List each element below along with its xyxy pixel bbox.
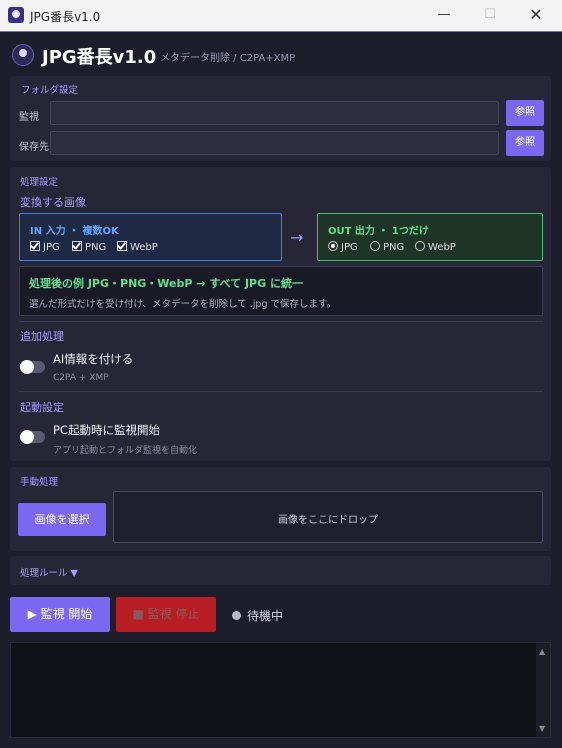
save-folder-input[interactable]	[50, 131, 499, 155]
save-folder-label: 保存先	[19, 142, 49, 153]
startup-settings-heading: 起動設定	[20, 401, 64, 414]
scroll-down-icon[interactable]: ▼	[539, 724, 545, 733]
app-logo-icon	[12, 44, 34, 66]
folder-settings-panel: フォルダ設定 監視 参照 保存先 参照	[10, 76, 551, 161]
app-subtitle: メタデータ削除 / C2PA+XMP	[160, 53, 296, 64]
output-format-box: OUT 出力 ・ 1つだけ JPG PNG WebP	[317, 213, 543, 261]
image-dropzone[interactable]: 画像をここにドロップ	[113, 491, 543, 543]
ai-info-label: AI情報を付ける	[53, 352, 134, 366]
window-titlebar: JPG番長v1.0 — ☐ ✕	[0, 0, 562, 32]
radio-unselected-icon	[415, 241, 425, 251]
output-format-title: OUT 出力 ・ 1つだけ	[328, 226, 429, 237]
startup-watch-sublabel: アプリ起動とフォルダ監視を自動化	[53, 446, 198, 456]
example-description: 選んだ形式だけを受け付け、メタデータを削除して .jpg で保存します。	[29, 299, 337, 310]
ai-info-toggle[interactable]	[20, 360, 45, 374]
manual-processing-heading: 手動処理	[20, 477, 59, 488]
watch-folder-browse-button[interactable]: 参照	[506, 100, 544, 126]
window-title: JPG番長v1.0	[30, 10, 101, 24]
processing-rules-label: 処理ルール ▼	[20, 568, 78, 579]
select-image-button[interactable]: 画像を選択	[18, 503, 106, 536]
processing-example-box: 処理後の例 JPG・PNG・WebP → すべて JPG に統一 選んだ形式だけ…	[19, 266, 543, 316]
processing-rules-toggle[interactable]: 処理ルール ▼	[10, 556, 551, 585]
stop-watch-button[interactable]: ■ 監視 停止	[116, 597, 216, 632]
app-title: JPG番長v1.0	[42, 47, 157, 68]
output-jpg-radio[interactable]: JPG	[328, 241, 358, 253]
processing-settings-heading: 処理設定	[20, 177, 59, 188]
radio-selected-icon	[328, 241, 338, 251]
save-folder-browse-button[interactable]: 参照	[506, 130, 544, 156]
log-scrollbar[interactable]: ▲ ▼	[536, 643, 550, 737]
status-dot-icon	[232, 611, 241, 620]
divider	[19, 321, 543, 322]
minimize-button[interactable]: —	[421, 0, 467, 31]
output-png-radio[interactable]: PNG	[370, 241, 404, 253]
input-webp-checkbox[interactable]: WebP	[117, 241, 158, 253]
status-text: 待機中	[247, 609, 284, 623]
checkbox-checked-icon	[72, 241, 82, 251]
arrow-right-icon: →	[290, 228, 304, 247]
input-png-checkbox[interactable]: PNG	[72, 241, 106, 253]
watch-folder-label: 監視	[19, 112, 39, 123]
close-button[interactable]: ✕	[513, 0, 559, 31]
scroll-up-icon[interactable]: ▲	[539, 647, 545, 656]
extra-processing-heading: 追加処理	[20, 330, 64, 343]
output-webp-radio[interactable]: WebP	[415, 241, 456, 253]
input-format-box: IN 入力 ・ 複数OK JPG PNG WebP	[19, 213, 282, 261]
maximize-button[interactable]: ☐	[467, 0, 513, 31]
watch-folder-input[interactable]	[50, 101, 499, 125]
example-title: 処理後の例 JPG・PNG・WebP → すべて JPG に統一	[29, 277, 303, 290]
ai-info-sublabel: C2PA + XMP	[53, 373, 109, 383]
status-indicator: 待機中	[232, 607, 283, 624]
log-output[interactable]: ▲ ▼	[10, 642, 551, 738]
convert-images-heading: 変換する画像	[20, 196, 86, 209]
checkbox-checked-icon	[117, 241, 127, 251]
app-icon	[8, 7, 24, 23]
radio-unselected-icon	[370, 241, 380, 251]
dropzone-label: 画像をここにドロップ	[278, 515, 378, 526]
app-header: JPG番長v1.0 メタデータ削除 / C2PA+XMP	[10, 40, 550, 68]
folder-settings-heading: フォルダ設定	[21, 85, 79, 96]
input-format-title: IN 入力 ・ 複数OK	[30, 226, 119, 237]
start-watch-button[interactable]: ▶ 監視 開始	[10, 597, 110, 632]
divider	[19, 391, 543, 392]
input-jpg-checkbox[interactable]: JPG	[30, 241, 60, 253]
checkbox-checked-icon	[30, 241, 40, 251]
startup-watch-label: PC起動時に監視開始	[53, 423, 160, 437]
startup-watch-toggle[interactable]	[20, 430, 45, 444]
